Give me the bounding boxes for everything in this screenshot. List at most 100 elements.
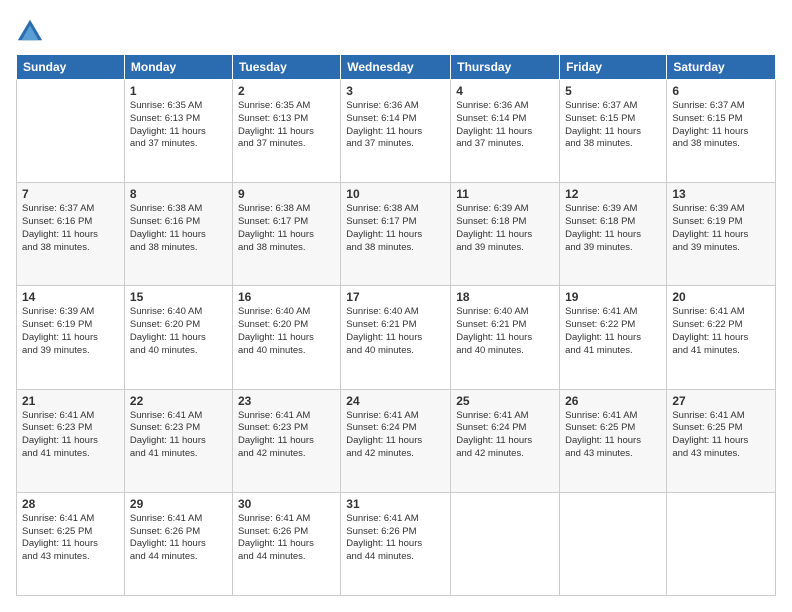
calendar-header: SundayMondayTuesdayWednesdayThursdayFrid…: [17, 55, 776, 80]
calendar-body: 1 Sunrise: 6:35 AM Sunset: 6:13 PM Daylig…: [17, 80, 776, 596]
calendar-cell: 24 Sunrise: 6:41 AM Sunset: 6:24 PM Dayli…: [341, 389, 451, 492]
day-info: Sunrise: 6:41 AM Sunset: 6:23 PM Dayligh…: [238, 410, 335, 461]
day-info: Sunrise: 6:38 AM Sunset: 6:16 PM Dayligh…: [130, 203, 227, 254]
calendar-cell: 20 Sunrise: 6:41 AM Sunset: 6:22 PM Dayli…: [667, 286, 776, 389]
calendar-table: SundayMondayTuesdayWednesdayThursdayFrid…: [16, 54, 776, 596]
calendar-cell: 11Sunrise: 6:39 AM Sunset: 6:18 PM Dayli…: [451, 183, 560, 286]
day-number: 2: [238, 84, 335, 98]
calendar-cell: 29 Sunrise: 6:41 AM Sunset: 6:26 PM Dayli…: [124, 492, 232, 595]
day-number: 22: [130, 394, 227, 408]
weekday-header-tuesday: Tuesday: [232, 55, 340, 80]
calendar-cell: [451, 492, 560, 595]
calendar-cell: 12 Sunrise: 6:39 AM Sunset: 6:18 PM Dayli…: [560, 183, 667, 286]
day-info: Sunrise: 6:41 AM Sunset: 6:22 PM Dayligh…: [672, 306, 770, 357]
week-row-4: 28 Sunrise: 6:41 AM Sunset: 6:25 PM Dayli…: [17, 492, 776, 595]
day-info: Sunrise: 6:41 AM Sunset: 6:26 PM Dayligh…: [130, 513, 227, 564]
day-number: 7: [22, 187, 119, 201]
day-number: 25: [456, 394, 554, 408]
day-info: Sunrise: 6:41 AM Sunset: 6:22 PM Dayligh…: [565, 306, 661, 357]
day-number: 1: [130, 84, 227, 98]
day-number: 8: [130, 187, 227, 201]
calendar-cell: 5 Sunrise: 6:37 AM Sunset: 6:15 PM Daylig…: [560, 80, 667, 183]
day-info: Sunrise: 6:41 AM Sunset: 6:25 PM Dayligh…: [22, 513, 119, 564]
day-number: 31: [346, 497, 445, 511]
calendar-cell: 13Sunrise: 6:39 AM Sunset: 6:19 PM Dayli…: [667, 183, 776, 286]
calendar-cell: 19 Sunrise: 6:41 AM Sunset: 6:22 PM Dayli…: [560, 286, 667, 389]
day-info: Sunrise: 6:40 AM Sunset: 6:20 PM Dayligh…: [130, 306, 227, 357]
calendar-cell: 10 Sunrise: 6:38 AM Sunset: 6:17 PM Dayli…: [341, 183, 451, 286]
calendar-cell: 26 Sunrise: 6:41 AM Sunset: 6:25 PM Dayli…: [560, 389, 667, 492]
calendar-cell: 28 Sunrise: 6:41 AM Sunset: 6:25 PM Dayli…: [17, 492, 125, 595]
day-info: Sunrise: 6:40 AM Sunset: 6:21 PM Dayligh…: [346, 306, 445, 357]
calendar-cell: 4Sunrise: 6:36 AM Sunset: 6:14 PM Daylig…: [451, 80, 560, 183]
day-info: Sunrise: 6:40 AM Sunset: 6:21 PM Dayligh…: [456, 306, 554, 357]
calendar-cell: 31 Sunrise: 6:41 AM Sunset: 6:26 PM Dayli…: [341, 492, 451, 595]
day-number: 23: [238, 394, 335, 408]
calendar-cell: 27Sunrise: 6:41 AM Sunset: 6:25 PM Dayli…: [667, 389, 776, 492]
week-row-3: 21 Sunrise: 6:41 AM Sunset: 6:23 PM Dayli…: [17, 389, 776, 492]
calendar-cell: 6 Sunrise: 6:37 AM Sunset: 6:15 PM Daylig…: [667, 80, 776, 183]
calendar-cell: 7Sunrise: 6:37 AM Sunset: 6:16 PM Daylig…: [17, 183, 125, 286]
day-number: 16: [238, 290, 335, 304]
calendar-cell: 22 Sunrise: 6:41 AM Sunset: 6:23 PM Dayli…: [124, 389, 232, 492]
weekday-header-thursday: Thursday: [451, 55, 560, 80]
weekday-header-sunday: Sunday: [17, 55, 125, 80]
calendar-cell: 16Sunrise: 6:40 AM Sunset: 6:20 PM Dayli…: [232, 286, 340, 389]
day-info: Sunrise: 6:41 AM Sunset: 6:25 PM Dayligh…: [565, 410, 661, 461]
day-number: 24: [346, 394, 445, 408]
calendar-cell: 1 Sunrise: 6:35 AM Sunset: 6:13 PM Daylig…: [124, 80, 232, 183]
header: [16, 16, 776, 44]
day-info: Sunrise: 6:38 AM Sunset: 6:17 PM Dayligh…: [346, 203, 445, 254]
day-info: Sunrise: 6:38 AM Sunset: 6:17 PM Dayligh…: [238, 203, 335, 254]
day-info: Sunrise: 6:35 AM Sunset: 6:13 PM Dayligh…: [238, 100, 335, 151]
day-number: 29: [130, 497, 227, 511]
day-info: Sunrise: 6:41 AM Sunset: 6:26 PM Dayligh…: [346, 513, 445, 564]
calendar-cell: 2 Sunrise: 6:35 AM Sunset: 6:13 PM Daylig…: [232, 80, 340, 183]
day-number: 21: [22, 394, 119, 408]
calendar-cell: 9Sunrise: 6:38 AM Sunset: 6:17 PM Daylig…: [232, 183, 340, 286]
day-number: 18: [456, 290, 554, 304]
weekday-header-row: SundayMondayTuesdayWednesdayThursdayFrid…: [17, 55, 776, 80]
day-number: 20: [672, 290, 770, 304]
day-number: 13: [672, 187, 770, 201]
day-number: 27: [672, 394, 770, 408]
calendar-cell: 3 Sunrise: 6:36 AM Sunset: 6:14 PM Daylig…: [341, 80, 451, 183]
weekday-header-saturday: Saturday: [667, 55, 776, 80]
day-number: 6: [672, 84, 770, 98]
calendar-cell: 23 Sunrise: 6:41 AM Sunset: 6:23 PM Dayli…: [232, 389, 340, 492]
day-number: 19: [565, 290, 661, 304]
calendar-cell: 25 Sunrise: 6:41 AM Sunset: 6:24 PM Dayli…: [451, 389, 560, 492]
week-row-1: 7Sunrise: 6:37 AM Sunset: 6:16 PM Daylig…: [17, 183, 776, 286]
calendar-cell: 18 Sunrise: 6:40 AM Sunset: 6:21 PM Dayli…: [451, 286, 560, 389]
day-info: Sunrise: 6:36 AM Sunset: 6:14 PM Dayligh…: [346, 100, 445, 151]
day-info: Sunrise: 6:37 AM Sunset: 6:15 PM Dayligh…: [565, 100, 661, 151]
day-number: 28: [22, 497, 119, 511]
page: SundayMondayTuesdayWednesdayThursdayFrid…: [0, 0, 792, 612]
weekday-header-monday: Monday: [124, 55, 232, 80]
day-info: Sunrise: 6:39 AM Sunset: 6:19 PM Dayligh…: [22, 306, 119, 357]
day-info: Sunrise: 6:35 AM Sunset: 6:13 PM Dayligh…: [130, 100, 227, 151]
day-number: 26: [565, 394, 661, 408]
calendar-cell: 8 Sunrise: 6:38 AM Sunset: 6:16 PM Daylig…: [124, 183, 232, 286]
day-number: 10: [346, 187, 445, 201]
day-info: Sunrise: 6:41 AM Sunset: 6:24 PM Dayligh…: [346, 410, 445, 461]
calendar-cell: [17, 80, 125, 183]
day-number: 12: [565, 187, 661, 201]
week-row-2: 14Sunrise: 6:39 AM Sunset: 6:19 PM Dayli…: [17, 286, 776, 389]
day-info: Sunrise: 6:41 AM Sunset: 6:26 PM Dayligh…: [238, 513, 335, 564]
logo: [16, 16, 48, 44]
day-info: Sunrise: 6:39 AM Sunset: 6:18 PM Dayligh…: [565, 203, 661, 254]
weekday-header-friday: Friday: [560, 55, 667, 80]
day-info: Sunrise: 6:37 AM Sunset: 6:15 PM Dayligh…: [672, 100, 770, 151]
week-row-0: 1 Sunrise: 6:35 AM Sunset: 6:13 PM Daylig…: [17, 80, 776, 183]
logo-icon: [16, 16, 44, 44]
day-number: 3: [346, 84, 445, 98]
weekday-header-wednesday: Wednesday: [341, 55, 451, 80]
day-number: 30: [238, 497, 335, 511]
day-info: Sunrise: 6:39 AM Sunset: 6:18 PM Dayligh…: [456, 203, 554, 254]
day-info: Sunrise: 6:41 AM Sunset: 6:23 PM Dayligh…: [130, 410, 227, 461]
day-number: 5: [565, 84, 661, 98]
calendar-cell: [560, 492, 667, 595]
day-info: Sunrise: 6:41 AM Sunset: 6:24 PM Dayligh…: [456, 410, 554, 461]
day-number: 4: [456, 84, 554, 98]
